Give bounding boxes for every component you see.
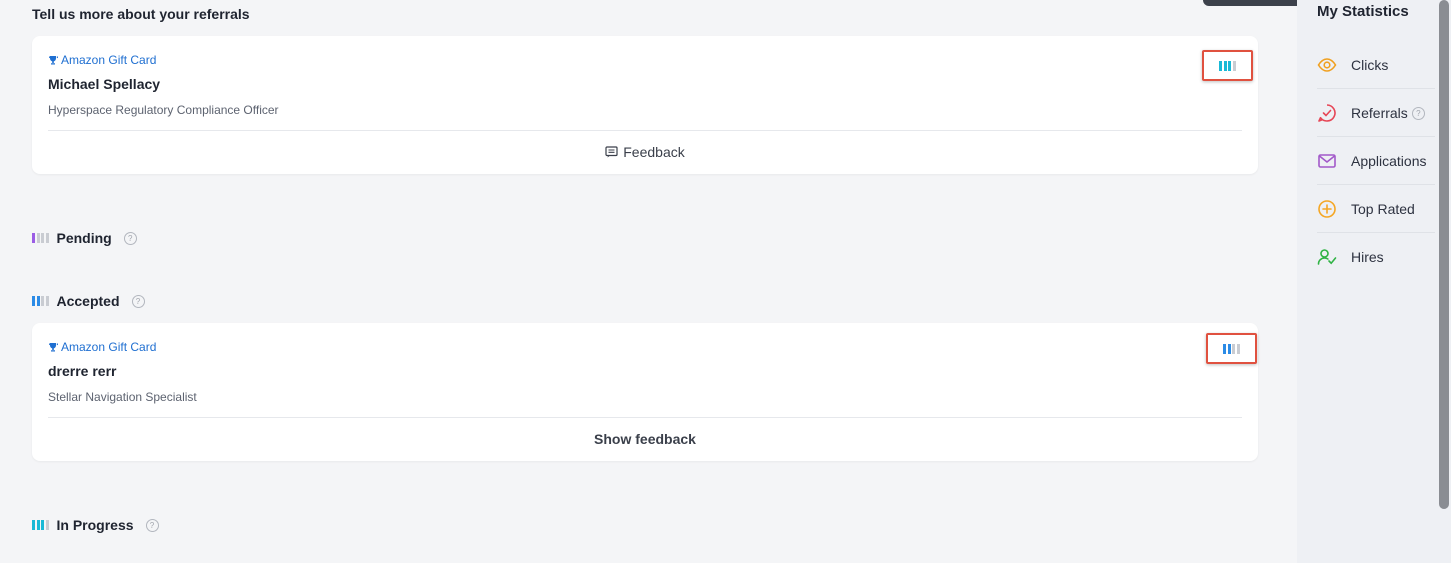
- help-icon[interactable]: ?: [131, 294, 145, 308]
- sidebar-title: My Statistics: [1317, 3, 1409, 20]
- section-label: Pending: [56, 230, 112, 246]
- help-icon[interactable]: ?: [145, 518, 159, 532]
- reward-label: Amazon Gift Card: [61, 340, 157, 354]
- trophy-icon: [48, 56, 58, 65]
- section-accepted[interactable]: Accepted ?: [32, 293, 145, 309]
- divider: [48, 417, 1242, 418]
- eye-icon: [1317, 58, 1337, 72]
- main-content: Tell us more about your referrals Amazon…: [0, 0, 1297, 563]
- stat-label: Top Rated: [1351, 201, 1415, 217]
- show-feedback-button[interactable]: Show feedback: [32, 431, 1258, 447]
- divider: [48, 130, 1242, 131]
- reward-tag: Amazon Gift Card: [48, 53, 156, 67]
- check-circle-icon: [1318, 104, 1336, 122]
- reward-label: Amazon Gift Card: [61, 53, 157, 67]
- referral-card: Amazon Gift Card Michael Spellacy Hypers…: [32, 36, 1258, 174]
- help-icon[interactable]: ?: [123, 231, 137, 245]
- status-bars: [32, 296, 49, 306]
- feedback-button[interactable]: Feedback: [32, 144, 1258, 160]
- status-indicator[interactable]: [1202, 50, 1253, 81]
- page-title: Tell us more about your referrals: [32, 6, 250, 22]
- feedback-label: Feedback: [623, 144, 685, 160]
- stat-top-rated[interactable]: Top Rated: [1317, 186, 1435, 233]
- referral-card: Amazon Gift Card drerre rerr Stellar Nav…: [32, 323, 1258, 461]
- stat-applications[interactable]: Applications: [1317, 138, 1435, 185]
- plus-circle-icon: [1318, 200, 1336, 218]
- stat-label: Hires: [1351, 249, 1384, 265]
- status-bars: [32, 233, 49, 243]
- stat-clicks[interactable]: Clicks: [1317, 42, 1435, 89]
- show-feedback-label: Show feedback: [594, 431, 696, 447]
- statistics-sidebar: My Statistics Clicks Referrals ? Applica…: [1297, 0, 1451, 563]
- section-label: Accepted: [56, 293, 120, 309]
- scrollbar[interactable]: [1439, 0, 1449, 509]
- section-label: In Progress: [56, 517, 134, 533]
- user-check-icon: [1317, 249, 1337, 265]
- help-icon[interactable]: ?: [1411, 106, 1425, 120]
- stat-label: Applications: [1351, 153, 1427, 169]
- envelope-icon: [1318, 154, 1336, 168]
- referral-name[interactable]: drerre rerr: [48, 363, 117, 379]
- status-bars: [32, 520, 49, 530]
- referral-role: Stellar Navigation Specialist: [48, 390, 197, 404]
- status-indicator[interactable]: [1206, 333, 1257, 364]
- stat-referrals[interactable]: Referrals ?: [1317, 90, 1435, 137]
- status-bars: [1223, 343, 1240, 354]
- trophy-icon: [48, 343, 58, 352]
- comment-icon: [605, 146, 618, 158]
- stat-hires[interactable]: Hires: [1317, 234, 1435, 280]
- section-pending[interactable]: Pending ?: [32, 230, 137, 246]
- referral-role: Hyperspace Regulatory Compliance Officer: [48, 103, 279, 117]
- stat-label: Clicks: [1351, 57, 1389, 73]
- section-in-progress[interactable]: In Progress ?: [32, 517, 159, 533]
- referral-name[interactable]: Michael Spellacy: [48, 76, 160, 92]
- status-bars: [1219, 60, 1236, 71]
- reward-tag: Amazon Gift Card: [48, 340, 156, 354]
- stat-label: Referrals: [1351, 105, 1408, 121]
